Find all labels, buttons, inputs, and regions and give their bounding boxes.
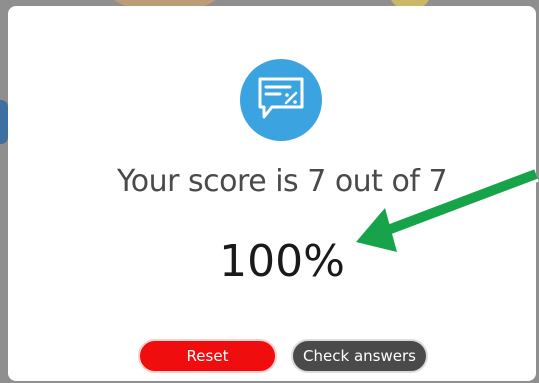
modal-backdrop: Your score is 7 out of 7 100% Reset Chec…: [0, 0, 539, 383]
background-control: [0, 100, 8, 144]
check-answers-button[interactable]: Check answers: [291, 339, 428, 373]
chat-bubble-icon: [258, 77, 304, 119]
chat-bubble-percent-icon: [240, 59, 322, 141]
reset-button[interactable]: Reset: [138, 339, 277, 373]
green-arrow-annotation: [349, 166, 539, 259]
